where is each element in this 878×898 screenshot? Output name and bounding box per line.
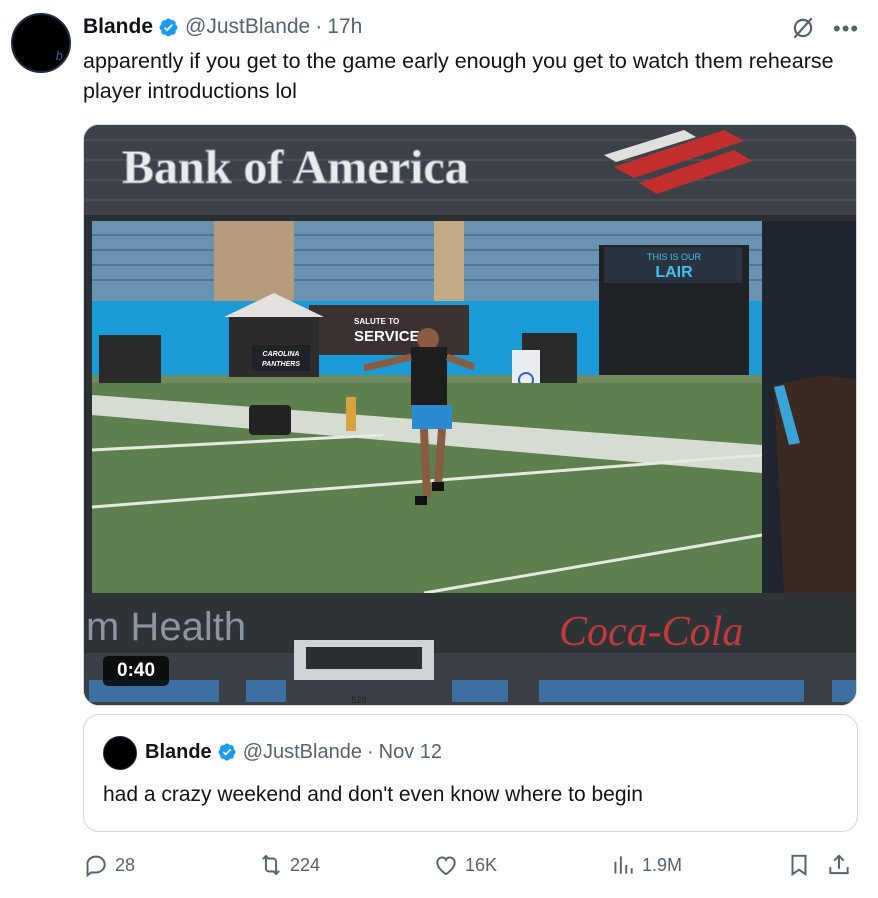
header-separator: · — [315, 15, 323, 38]
quoted-author-name: Blande — [145, 740, 212, 763]
bank-of-america-sign: Bank of America — [122, 141, 469, 194]
bookmark-icon — [791, 854, 807, 877]
reply-count: 28 — [115, 854, 136, 875]
reply-icon — [86, 855, 106, 878]
coca-cola-sign: Coca-Cola — [559, 609, 743, 655]
more-options-icon[interactable]: ••• — [833, 16, 859, 42]
author-handle[interactable]: @JustBlande — [185, 15, 310, 39]
video-frame: Bank of America THIS IS OUR LAIR SALUTE … — [84, 125, 856, 705]
quoted-author-handle: @JustBlande — [242, 740, 362, 763]
tweet-text: apparently if you get to the game early … — [83, 49, 834, 103]
quoted-tweet-text: had a crazy weekend and don't even know … — [103, 783, 643, 806]
verified-badge-icon — [159, 18, 178, 36]
heart-icon — [436, 856, 456, 876]
author-name[interactable]: Blande — [83, 15, 153, 39]
tunnel-sign-top: THIS IS OUR — [647, 252, 702, 262]
views-chart-icon — [614, 856, 633, 874]
quoted-tweet-date: Nov 12 — [378, 740, 442, 763]
repost-button[interactable]: 224 — [258, 848, 320, 882]
view-count: 1.9M — [642, 854, 683, 875]
quoted-tweet-header: Blande @JustBlande · Nov 12 — [145, 737, 442, 767]
video-duration-badge: 0:40 — [103, 656, 170, 686]
like-button[interactable]: 16K — [433, 848, 497, 882]
tweet-timestamp[interactable]: 17h — [327, 15, 362, 39]
repost-count: 224 — [290, 854, 321, 875]
tweet-header: Blande @JustBlande · 17h — [83, 12, 362, 42]
section-number: 528 — [351, 695, 366, 705]
tweet-actions-bar: 28 224 16K 1.9M — [83, 848, 858, 882]
tunnel-sign-bottom: LAIR — [655, 264, 693, 281]
share-icon — [829, 854, 849, 875]
quoted-header-separator: · — [366, 740, 374, 763]
author-avatar[interactable]: b — [11, 13, 71, 73]
views-button[interactable]: 1.9M — [610, 848, 682, 882]
quoted-author-avatar — [103, 736, 137, 770]
reply-button[interactable]: 28 — [83, 848, 135, 882]
panthers-sign-bottom: PANTHERS — [262, 361, 300, 368]
salute-banner-bottom: SERVICE — [354, 328, 420, 345]
panthers-sign-top: CAROLINA — [263, 351, 300, 358]
grok-icon[interactable] — [790, 15, 816, 41]
bookmark-button[interactable] — [786, 848, 818, 882]
salute-banner-top: SALUTE TO — [354, 317, 399, 326]
avatar-logo-icon: b — [55, 48, 63, 63]
repost-icon — [262, 854, 280, 876]
like-count: 16K — [465, 854, 498, 875]
video-player[interactable]: Bank of America THIS IS OUR LAIR SALUTE … — [83, 124, 857, 706]
quoted-tweet[interactable]: Blande @JustBlande · Nov 12 had a crazy … — [83, 714, 858, 832]
health-sign: m Health — [86, 605, 246, 649]
share-button[interactable] — [826, 848, 858, 882]
verified-badge-icon — [218, 743, 236, 761]
